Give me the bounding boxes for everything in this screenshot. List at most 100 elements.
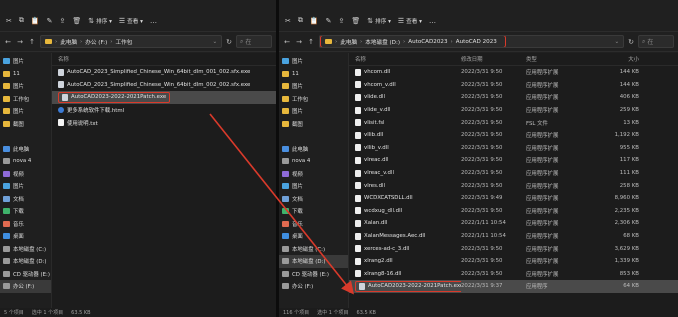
sidebar-item[interactable]: 图片 xyxy=(279,55,348,68)
sidebar-item[interactable]: 截图 xyxy=(0,118,51,131)
sidebar-item[interactable]: 此电脑 xyxy=(279,143,348,156)
sidebar-item[interactable]: 办公 (F:) xyxy=(279,280,348,293)
file-row[interactable]: vlide_v.dll 2022/3/31 9:50 应用程序扩展 259 KB xyxy=(349,104,678,117)
file-row[interactable]: Xalan.dll 2022/1/11 10:54 应用程序扩展 2,306 KB xyxy=(349,217,678,230)
file-row[interactable]: WCDXCATSDLL.dll 2022/3/31 9:49 应用程序扩展 8,960… xyxy=(349,192,678,205)
sidebar-item[interactable]: 本地磁盘 (C:) xyxy=(0,243,51,256)
chevron-down-icon[interactable]: ⌄ xyxy=(212,39,217,45)
refresh-icon[interactable]: ↻ xyxy=(628,38,634,46)
sidebar-item[interactable]: 图片 xyxy=(279,105,348,118)
file-row[interactable]: AutoCAD2023-2022-2021Patch.exe xyxy=(52,91,276,104)
sidebar-item[interactable]: nova 4 xyxy=(0,155,51,168)
file-row[interactable]: 更多系统软件下载.html xyxy=(52,104,276,117)
sidebar-item[interactable]: CD 驱动器 (E:) xyxy=(279,268,348,281)
sidebar-item[interactable]: 11 xyxy=(279,68,348,81)
breadcrumb-item[interactable]: 此电脑 xyxy=(340,38,357,46)
sort-button[interactable]: ⇅ 排序 ▾ xyxy=(367,17,391,25)
column-header-name[interactable]: 名称 xyxy=(52,53,276,66)
sidebar-item[interactable]: 此电脑 xyxy=(0,143,51,156)
file-row[interactable]: AutoCAD_2023_Simplified_Chinese_Win_64bi… xyxy=(52,79,276,92)
sidebar-item[interactable]: nova 4 xyxy=(279,155,348,168)
rename-button[interactable]: ✎ xyxy=(47,17,53,25)
title-bar[interactable] xyxy=(0,0,276,10)
up-arrow-icon[interactable]: ↑ xyxy=(28,38,36,46)
file-row[interactable]: xlrang8-16.dll 2022/3/31 9:50 应用程序扩展 853 KB xyxy=(349,268,678,281)
more-button[interactable]: … xyxy=(150,17,157,25)
column-header-size[interactable]: 大小 xyxy=(581,55,639,63)
sidebar-item[interactable]: 音乐 xyxy=(0,218,51,231)
sidebar-item[interactable]: 视频 xyxy=(0,168,51,181)
file-row[interactable]: vllib_v.dll 2022/3/31 9:50 应用程序扩展 955 KB xyxy=(349,142,678,155)
file-row[interactable]: vlreac_v.dll 2022/3/31 9:50 应用程序扩展 111 KB xyxy=(349,167,678,180)
back-arrow-icon[interactable]: ← xyxy=(4,38,12,46)
file-row[interactable]: vlreac.dll 2022/3/31 9:50 应用程序扩展 117 KB xyxy=(349,154,678,167)
rename-button[interactable]: ✎ xyxy=(326,17,332,25)
sidebar-item[interactable]: 办公 (F:) xyxy=(0,280,51,293)
sidebar-item[interactable]: 截图 xyxy=(279,118,348,131)
search-input[interactable]: ⌕ 在 xyxy=(236,35,272,48)
breadcrumb-item[interactable]: AutoCAD2023 xyxy=(408,39,447,45)
file-row[interactable]: vlide.dll 2022/3/31 9:50 应用程序扩展 406 KB xyxy=(349,91,678,104)
file-row[interactable]: AutoCAD_2023_Simplified_Chinese_Win_64bi… xyxy=(52,66,276,79)
view-button[interactable]: ☰ 查看 ▾ xyxy=(398,17,422,25)
forward-arrow-icon[interactable]: → xyxy=(295,38,303,46)
sort-button[interactable]: ⇅ 排序 ▾ xyxy=(88,17,112,25)
cut-button[interactable]: ✂ xyxy=(6,17,12,25)
share-button[interactable]: ⇪ xyxy=(338,17,344,25)
view-button[interactable]: ☰ 查看 ▾ xyxy=(119,17,143,25)
sidebar-item[interactable]: 图片 xyxy=(0,80,51,93)
file-row[interactable]: wcdxug_dll.dll 2022/3/31 9:50 应用程序扩展 2,235 … xyxy=(349,205,678,218)
sidebar-item[interactable]: 工作包 xyxy=(0,93,51,106)
paste-button[interactable]: 📋 xyxy=(310,17,319,25)
breadcrumb-item[interactable]: AutoCAD 2023 xyxy=(456,39,497,45)
breadcrumb[interactable]: › 此电脑 › 办公 (F:) › 工作包 ⌄ xyxy=(40,35,223,48)
copy-button[interactable]: ⧉ xyxy=(298,16,303,25)
sidebar-item[interactable]: CD 驱动器 (E:) xyxy=(0,268,51,281)
sidebar-item[interactable]: 桌面 xyxy=(279,230,348,243)
more-button[interactable]: … xyxy=(429,17,436,25)
file-row[interactable]: XalanMessages.Aec.dll 2022/1/11 10:54 应用程序… xyxy=(349,230,678,243)
delete-button[interactable]: 🗑 xyxy=(72,17,81,25)
sidebar-item[interactable]: 音乐 xyxy=(279,218,348,231)
file-row[interactable]: vhcom.dll 2022/3/31 9:50 应用程序扩展 144 KB xyxy=(349,66,678,79)
column-header-name[interactable]: 名称 xyxy=(349,55,461,63)
sidebar-item[interactable]: 图片 xyxy=(279,80,348,93)
forward-arrow-icon[interactable]: → xyxy=(16,38,24,46)
sidebar-item[interactable]: 11 xyxy=(0,68,51,81)
sidebar-item[interactable]: 工作包 xyxy=(279,93,348,106)
sidebar-item[interactable]: 文档 xyxy=(279,193,348,206)
search-input[interactable]: ⌕ 在 xyxy=(638,35,674,48)
title-bar[interactable] xyxy=(279,0,678,10)
refresh-icon[interactable]: ↻ xyxy=(226,38,232,46)
file-row[interactable]: 使用说明.txt xyxy=(52,116,276,129)
paste-button[interactable]: 📋 xyxy=(31,17,40,25)
sidebar-item[interactable]: 文档 xyxy=(0,193,51,206)
up-arrow-icon[interactable]: ↑ xyxy=(307,38,315,46)
back-arrow-icon[interactable]: ← xyxy=(283,38,291,46)
breadcrumb-item[interactable]: 本地磁盘 (D:) xyxy=(365,38,400,46)
delete-button[interactable]: 🗑 xyxy=(351,17,360,25)
sidebar-item[interactable]: 本地磁盘 (D:) xyxy=(0,255,51,268)
chevron-down-icon[interactable]: ⌄ xyxy=(614,39,623,45)
breadcrumb-item[interactable]: 办公 (F:) xyxy=(85,38,107,46)
sidebar-item[interactable]: 图片 xyxy=(0,55,51,68)
sidebar-item[interactable]: 下载 xyxy=(0,205,51,218)
file-row[interactable]: xerces-ad-c_3.dll 2022/3/31 9:50 应用程序扩展 3,6… xyxy=(349,242,678,255)
sidebar-item[interactable]: 图片 xyxy=(0,105,51,118)
breadcrumb[interactable]: › 此电脑 › 本地磁盘 (D:) › AutoCAD2023 › AutoCA… xyxy=(319,35,625,48)
copy-button[interactable]: ⧉ xyxy=(19,16,24,25)
breadcrumb-item[interactable]: 此电脑 xyxy=(60,38,77,46)
sidebar-item[interactable]: 本地磁盘 (D:) xyxy=(279,255,348,268)
file-row[interactable]: vlres.dll 2022/3/31 9:50 应用程序扩展 258 KB xyxy=(349,179,678,192)
sidebar-item[interactable] xyxy=(279,130,348,143)
file-row[interactable]: xlrang2.dll 2022/3/31 9:50 应用程序扩展 1,339 KB xyxy=(349,255,678,268)
sidebar-item[interactable]: 本地磁盘 (C:) xyxy=(279,243,348,256)
file-row[interactable]: vlisit.fsl 2022/3/31 9:50 FSL 文件 13 KB xyxy=(349,116,678,129)
sidebar-item[interactable]: 下载 xyxy=(279,205,348,218)
sidebar-item[interactable]: 桌面 xyxy=(0,230,51,243)
sidebar-item[interactable]: 图片 xyxy=(279,180,348,193)
sidebar-item[interactable]: 图片 xyxy=(0,180,51,193)
file-row[interactable]: AutoCAD2023-2022-2021Patch.exe 2022/3/31 … xyxy=(349,280,678,293)
sidebar-item[interactable]: 视频 xyxy=(279,168,348,181)
breadcrumb-item[interactable]: 工作包 xyxy=(116,38,133,46)
